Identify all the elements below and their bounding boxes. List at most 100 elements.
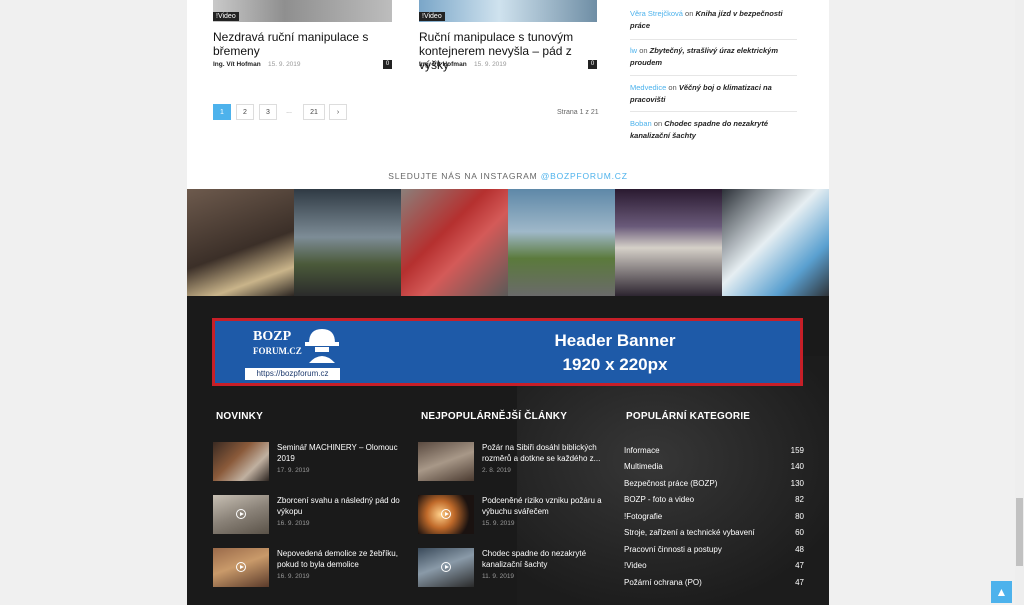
popular-thumbnail[interactable] xyxy=(418,548,474,587)
play-icon xyxy=(236,562,246,572)
category-count: 47 xyxy=(795,578,804,587)
banner-url[interactable]: https://bozpforum.cz xyxy=(245,368,340,380)
news-title[interactable]: Seminář MACHINERY – Olomouc 2019 xyxy=(277,442,402,464)
news-date: 16. 9. 2019 xyxy=(277,520,310,527)
category-link[interactable]: Bezpečnost práce (BOZP) 130 xyxy=(624,479,804,488)
category-link[interactable]: Multimedia 140 xyxy=(624,462,804,471)
popular-articles-heading: NEJPOPULÁRNĚJŠÍ ČLÁNKY xyxy=(421,411,568,422)
category-link[interactable]: Informace 159 xyxy=(624,446,804,455)
category-name[interactable]: Požární ochrana (PO) xyxy=(624,578,702,587)
popular-title[interactable]: Podceněné riziko vzniku požáru a výbuchu… xyxy=(482,495,607,517)
popular-date: 2. 8. 2019 xyxy=(482,467,511,474)
category-name[interactable]: Stroje, zařízení a technické vybavení xyxy=(624,528,755,537)
article-date: 15. 9. 2019 xyxy=(474,61,507,68)
video-tag[interactable]: !Video xyxy=(213,12,239,21)
article-thumbnail[interactable] xyxy=(213,0,392,22)
category-count: 82 xyxy=(795,495,804,504)
category-name[interactable]: Informace xyxy=(624,446,660,455)
comment-count[interactable]: 0 xyxy=(588,60,597,69)
video-tag[interactable]: !Video xyxy=(419,12,445,21)
category-count: 130 xyxy=(790,479,804,488)
category-name[interactable]: Bezpečnost práce (BOZP) xyxy=(624,479,717,488)
comment-author[interactable]: lw xyxy=(630,46,637,55)
instagram-photo[interactable] xyxy=(294,189,401,296)
category-name[interactable]: BOZP - foto a video xyxy=(624,495,694,504)
divider xyxy=(630,39,797,40)
category-link[interactable]: BOZP - foto a video 82 xyxy=(624,495,804,504)
popular-title[interactable]: Požár na Sibiři dosáhl biblických rozměr… xyxy=(482,442,607,464)
category-name[interactable]: !Fotografie xyxy=(624,512,662,521)
news-thumbnail[interactable] xyxy=(213,442,269,481)
instagram-photo[interactable] xyxy=(508,189,615,296)
comment-on: on xyxy=(685,9,694,18)
header-banner[interactable]: BOZP FORUM.CZ https://bozpforum.cz Heade… xyxy=(212,318,803,386)
footer: BOZP FORUM.CZ https://bozpforum.cz Heade… xyxy=(187,296,829,605)
popular-date: 11. 9. 2019 xyxy=(482,573,515,580)
comment-count[interactable]: 0 xyxy=(383,60,392,69)
news-title[interactable]: Nepovedená demolice ze žebříku, pokud to… xyxy=(277,548,402,570)
logo-text-bottom: FORUM.CZ xyxy=(253,346,302,356)
category-count: 80 xyxy=(795,512,804,521)
news-date: 16. 9. 2019 xyxy=(277,573,310,580)
instagram-photo[interactable] xyxy=(401,189,508,296)
play-icon xyxy=(441,509,451,519)
page-21-button[interactable]: 21 xyxy=(303,104,325,120)
category-link[interactable]: !Fotografie 80 xyxy=(624,512,804,521)
category-link[interactable]: Stroje, zařízení a technické vybavení 60 xyxy=(624,528,804,537)
recent-comment: Medvedice on Věčný boj o klimatizaci na … xyxy=(630,82,797,106)
article-author[interactable]: Ing. Vít Hofman xyxy=(213,61,261,68)
news-date: 17. 9. 2019 xyxy=(277,467,310,474)
category-link[interactable]: Požární ochrana (PO) 47 xyxy=(624,578,804,587)
popular-thumbnail[interactable] xyxy=(418,495,474,534)
news-title[interactable]: Zborcení svahu a následný pád do výkopu xyxy=(277,495,402,517)
next-page-button[interactable]: › xyxy=(329,104,347,120)
scroll-to-top-button[interactable]: ▲ xyxy=(991,581,1012,603)
recent-comment: Boban on Chodec spadne do nezakryté kana… xyxy=(630,118,797,142)
pagination-status: Strana 1 z 21 xyxy=(557,109,599,116)
page-3-button[interactable]: 3 xyxy=(259,104,277,120)
category-link[interactable]: Pracovní činnosti a postupy 48 xyxy=(624,545,804,554)
pagination-ellipsis: ... xyxy=(282,104,296,120)
category-name[interactable]: Multimedia xyxy=(624,462,663,471)
comment-author[interactable]: Medvedice xyxy=(630,83,666,92)
article-thumbnail[interactable] xyxy=(419,0,597,22)
bozpforum-logo: BOZP FORUM.CZ xyxy=(245,327,345,363)
popular-thumbnail[interactable] xyxy=(418,442,474,481)
category-count: 47 xyxy=(795,561,804,570)
comment-article-link[interactable]: Zbytečný, strašlivý úraz elektrickým pro… xyxy=(630,46,778,67)
banner-line-2: 1920 x 220px xyxy=(562,355,668,374)
recent-comment: lw on Zbytečný, strašlivý úraz elektrick… xyxy=(630,45,797,69)
category-name[interactable]: !Video xyxy=(624,561,647,570)
banner-line-1: Header Banner xyxy=(554,331,676,350)
category-count: 159 xyxy=(790,446,804,455)
category-count: 60 xyxy=(795,528,804,537)
helmet-icon xyxy=(305,329,339,363)
scrollbar-thumb[interactable] xyxy=(1016,498,1023,566)
article-author[interactable]: Ing. Vít Hofman xyxy=(419,61,467,68)
comment-on: on xyxy=(653,119,663,128)
instagram-label: SLEDUJTE NÁS NA INSTAGRAM xyxy=(388,171,538,181)
vertical-scrollbar[interactable] xyxy=(1015,0,1024,605)
logo-text-top: BOZP xyxy=(253,329,292,344)
arrow-up-icon: ▲ xyxy=(995,585,1008,599)
play-icon xyxy=(236,509,246,519)
page-1-button[interactable]: 1 xyxy=(213,104,231,120)
instagram-photo[interactable] xyxy=(722,189,829,296)
article-title[interactable]: Nezdravá ruční manipulace s břemeny xyxy=(213,30,398,58)
popular-date: 15. 9. 2019 xyxy=(482,520,515,527)
category-link[interactable]: !Video 47 xyxy=(624,561,804,570)
news-thumbnail[interactable] xyxy=(213,495,269,534)
comment-author[interactable]: Věra Strejčková xyxy=(630,9,683,18)
category-count: 48 xyxy=(795,545,804,554)
instagram-handle-link[interactable]: @BOZPFORUM.CZ xyxy=(541,171,628,181)
instagram-heading: SLEDUJTE NÁS NA INSTAGRAM @BOZPFORUM.CZ xyxy=(187,171,829,181)
category-name[interactable]: Pracovní činnosti a postupy xyxy=(624,545,722,554)
page-2-button[interactable]: 2 xyxy=(236,104,254,120)
comment-author[interactable]: Boban xyxy=(630,119,652,128)
novinky-heading: NOVINKY xyxy=(216,411,263,422)
popular-title[interactable]: Chodec spadne do nezakryté kanalizační š… xyxy=(482,548,607,570)
news-thumbnail[interactable] xyxy=(213,548,269,587)
instagram-photo[interactable] xyxy=(615,189,722,296)
recent-comment: Věra Strejčková on Kniha jízd v bezpečno… xyxy=(630,8,797,32)
instagram-photo[interactable] xyxy=(187,189,294,296)
